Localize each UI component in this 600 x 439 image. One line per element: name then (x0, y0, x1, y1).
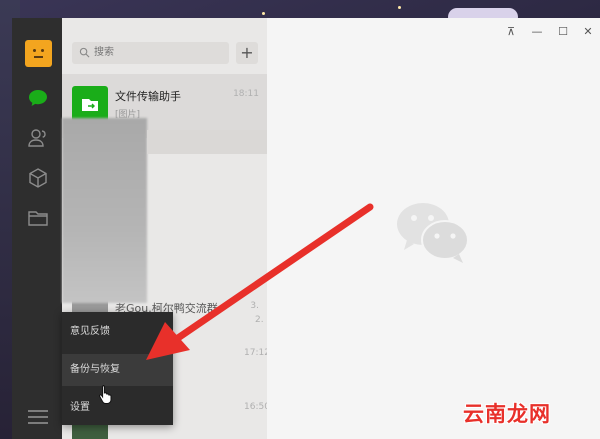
menu-item-backup-restore[interactable]: 备份与恢复 (62, 354, 173, 386)
search-box[interactable] (72, 42, 229, 64)
hand-cursor-icon (99, 385, 112, 404)
chat-time: 2. (255, 315, 264, 325)
chat-name: 文件传输助手 (115, 90, 181, 103)
contacts-icon[interactable] (26, 126, 50, 150)
menu-item-settings[interactable]: 设置 (62, 392, 173, 424)
cube-icon[interactable] (26, 166, 50, 190)
watermark-text: 云南龙网 (463, 402, 551, 426)
chat-time: 3. (250, 301, 259, 311)
blurred-region (62, 118, 147, 303)
chat-icon[interactable] (26, 86, 50, 110)
wallpaper-star (262, 12, 265, 15)
pin-icon[interactable]: ⊼ (503, 24, 519, 40)
folder-icon[interactable] (26, 206, 50, 230)
blurred-row (147, 130, 267, 154)
search-icon (79, 47, 90, 58)
close-button[interactable]: ✕ (580, 24, 596, 40)
wechat-logo-icon (397, 203, 469, 263)
maximize-button[interactable]: ☐ (555, 24, 571, 40)
minimize-button[interactable]: — (529, 24, 545, 40)
chat-pane: ⊼ — ☐ ✕ (267, 18, 600, 439)
settings-popup-menu: 意见反馈 备份与恢复 设置 (62, 312, 173, 425)
add-button[interactable]: + (236, 42, 258, 64)
wallpaper-star (398, 6, 401, 9)
search-input[interactable] (94, 42, 214, 64)
avatar[interactable] (25, 40, 52, 67)
menu-icon[interactable] (28, 410, 48, 424)
chat-time: 18:11 (233, 89, 259, 99)
sidebar (12, 18, 62, 439)
menu-item-feedback[interactable]: 意见反馈 (62, 316, 173, 348)
file-transfer-avatar (72, 86, 108, 122)
